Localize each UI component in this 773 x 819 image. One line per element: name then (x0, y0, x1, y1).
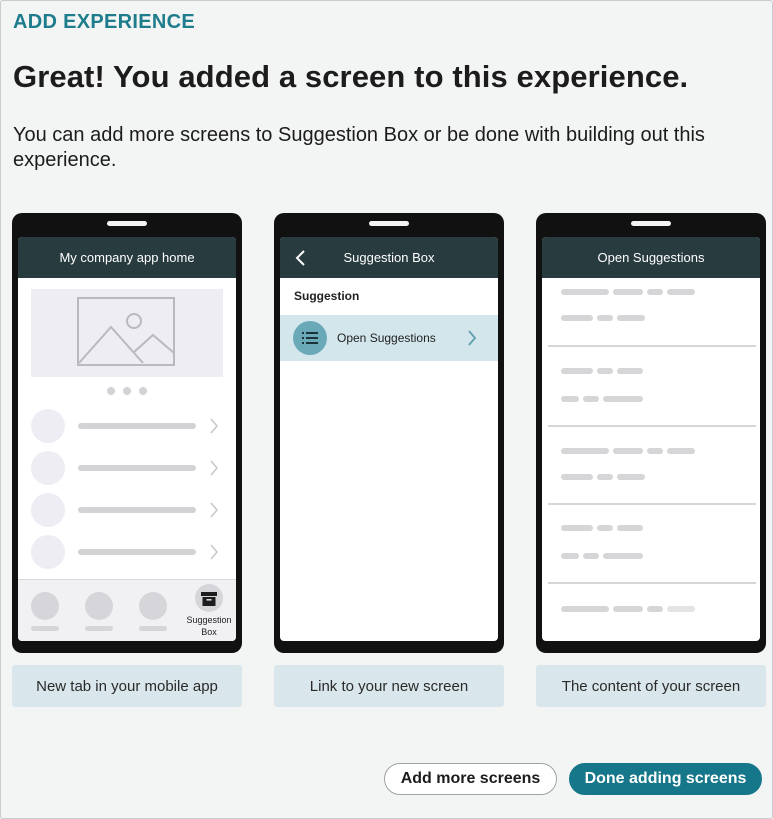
add-more-screens-button[interactable]: Add more screens (384, 763, 557, 795)
image-placeholder (31, 289, 223, 377)
tab-placeholder (85, 592, 115, 631)
phone-header: My company app home (18, 237, 236, 278)
separator (548, 503, 756, 505)
phone-header-title: Open Suggestions (597, 250, 705, 265)
caption-content: The content of your screen (536, 665, 766, 707)
chevron-right-icon (210, 460, 218, 476)
list-icon-badge (293, 321, 327, 355)
dialog-eyebrow: ADD EXPERIENCE (13, 11, 196, 33)
phone-header-title: My company app home (59, 250, 195, 265)
dialog-description: You can add more screens to Suggestion B… (13, 124, 705, 171)
tab-placeholder (139, 592, 169, 631)
caption-link: Link to your new screen (274, 665, 504, 707)
list-icon (302, 332, 318, 344)
phone-header: Open Suggestions (542, 237, 760, 278)
dialog-title: Great! You added a screen to this experi… (13, 59, 689, 94)
list-item-placeholder (31, 451, 226, 485)
separator (548, 425, 756, 427)
chevron-right-icon (210, 502, 218, 518)
phone-tab-bar: Suggestion Box (18, 579, 236, 641)
tab-placeholder (31, 592, 61, 631)
phone-preview-open-suggestions: Open Suggestions (536, 213, 766, 653)
dialog: ADD EXPERIENCE Great! You added a screen… (0, 0, 773, 819)
phone-header-title: Suggestion Box (343, 250, 435, 265)
list-item-placeholder (31, 409, 226, 443)
list-item-placeholder (31, 493, 226, 527)
phone-header: Suggestion Box (280, 237, 498, 278)
phone-speaker (631, 221, 671, 226)
chevron-right-icon (210, 544, 218, 560)
phone-screen: Open Suggestions (542, 237, 760, 641)
tab-suggestion-box-label: Suggestion Box (186, 615, 232, 637)
phone-screen: My company app home Suggestion Box (18, 237, 236, 641)
phone-speaker (107, 221, 147, 226)
phone-speaker (369, 221, 409, 226)
chevron-left-icon (295, 250, 305, 266)
image-placeholder-icon (77, 297, 175, 366)
phone-preview-app-home: My company app home Suggestion Box (12, 213, 242, 653)
phone-screen: Suggestion Box Suggestion Open Suggestio… (280, 237, 498, 641)
open-suggestions-link: Open Suggestions (280, 315, 498, 361)
tab-suggestion-box: Suggestion Box (184, 584, 234, 638)
phone-preview-suggestion-box: Suggestion Box Suggestion Open Suggestio… (274, 213, 504, 653)
carousel-dots (107, 387, 147, 395)
open-suggestions-label: Open Suggestions (337, 331, 436, 345)
separator (548, 345, 756, 347)
archive-box-icon (201, 591, 217, 606)
list-item-placeholder (31, 535, 226, 569)
chevron-right-icon (468, 330, 477, 346)
section-label: Suggestion (294, 289, 360, 303)
separator (548, 582, 756, 584)
chevron-right-icon (210, 418, 218, 434)
caption-new-tab: New tab in your mobile app (12, 665, 242, 707)
done-adding-screens-button[interactable]: Done adding screens (569, 763, 762, 795)
